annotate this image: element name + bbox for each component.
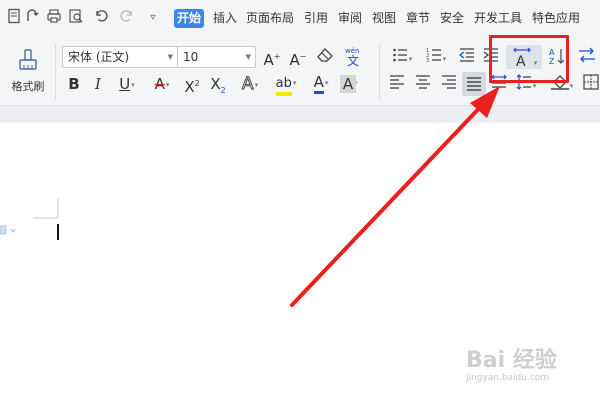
svg-text:3: 3 — [426, 58, 429, 63]
format-painter-label[interactable]: 格式刷 — [8, 78, 48, 94]
tab-review[interactable]: 审阅 — [338, 9, 362, 28]
character-shading-icon[interactable]: A — [338, 74, 358, 94]
print-preview-icon[interactable] — [66, 8, 86, 28]
italic-icon[interactable]: I — [90, 74, 106, 94]
font-size-combo[interactable]: 10 ▼ — [177, 46, 256, 68]
customize-icon[interactable]: ▿ — [143, 8, 163, 28]
clear-format-icon[interactable] — [314, 47, 336, 67]
page-corner-marker — [33, 198, 59, 219]
svg-text:文: 文 — [347, 53, 359, 67]
font-size-value: 10 — [183, 50, 199, 64]
tab-references[interactable]: 引用 — [304, 9, 328, 28]
tab-view[interactable]: 视图 — [372, 9, 396, 28]
format-painter-icon[interactable] — [14, 46, 42, 74]
tab-section[interactable]: 章节 — [406, 9, 430, 28]
superscript-icon[interactable]: X2 — [181, 74, 203, 96]
print-icon[interactable] — [44, 8, 64, 28]
justify-icon[interactable] — [462, 72, 486, 96]
bold-icon[interactable]: B — [66, 74, 82, 94]
ribbon-separator — [55, 44, 56, 100]
align-left-icon[interactable] — [388, 74, 406, 94]
ribbon-bottom-strip — [0, 105, 600, 123]
highlight-box — [489, 35, 569, 83]
tab-developer[interactable]: 开发工具 — [474, 9, 522, 28]
menu-bar: ▿ 开始 插入 页面布局 引用 审阅 视图 章节 安全 开发工具 特色应用 — [0, 0, 600, 37]
redo-icon[interactable] — [116, 8, 136, 28]
strikethrough-icon[interactable]: A▾ — [147, 74, 177, 94]
chevron-down-icon[interactable]: ▼ — [168, 47, 173, 67]
chevron-down-icon[interactable]: ▼ — [246, 47, 251, 67]
tab-insert[interactable]: 插入 — [213, 9, 237, 28]
align-center-icon[interactable] — [414, 74, 432, 94]
highlight-icon[interactable]: ab▾ — [270, 72, 302, 96]
align-right-icon[interactable] — [440, 74, 458, 94]
borders-icon[interactable] — [582, 74, 600, 94]
grow-font-icon[interactable]: A+ — [262, 47, 282, 69]
font-color-icon[interactable]: A▾ — [306, 72, 336, 94]
wps-writer-window: ▿ 开始 插入 页面布局 引用 审阅 视图 章节 安全 开发工具 特色应用 格式… — [0, 0, 600, 400]
watermark-url: jingyan.baidu.com — [466, 373, 550, 383]
bullets-icon[interactable]: ▾ — [388, 47, 416, 67]
tab-security[interactable]: 安全 — [440, 9, 464, 28]
text-direction-icon[interactable] — [577, 47, 597, 67]
tab-home[interactable]: 开始 — [174, 9, 205, 28]
underline-icon[interactable]: U▾ — [113, 74, 141, 94]
subscript-icon[interactable]: X2 — [207, 74, 229, 95]
ribbon-separator — [379, 44, 380, 100]
text-effect-icon[interactable]: A▾ — [235, 74, 265, 95]
undo-icon[interactable] — [92, 8, 112, 28]
paragraph-options-icon[interactable] — [0, 225, 16, 235]
tab-page-layout[interactable]: 页面布局 — [246, 9, 294, 28]
watermark-logo: Bai 经验 — [466, 348, 557, 373]
numbering-icon[interactable]: 1 2 3 ▾ — [422, 47, 450, 67]
decrease-indent-icon[interactable] — [458, 47, 476, 67]
watermark: Bai 经验 jingyan.baidu.com — [458, 340, 598, 390]
font-name-value: 宋体 (正文) — [68, 50, 130, 64]
pinyin-icon[interactable]: wén文 ▾ — [342, 45, 368, 87]
redo-shape-icon[interactable] — [22, 8, 42, 28]
font-name-combo[interactable]: 宋体 (正文) ▼ — [62, 46, 178, 68]
shrink-font-icon[interactable]: A− — [288, 47, 308, 69]
tab-special[interactable]: 特色应用 — [532, 9, 580, 28]
document-icon[interactable] — [4, 8, 24, 28]
